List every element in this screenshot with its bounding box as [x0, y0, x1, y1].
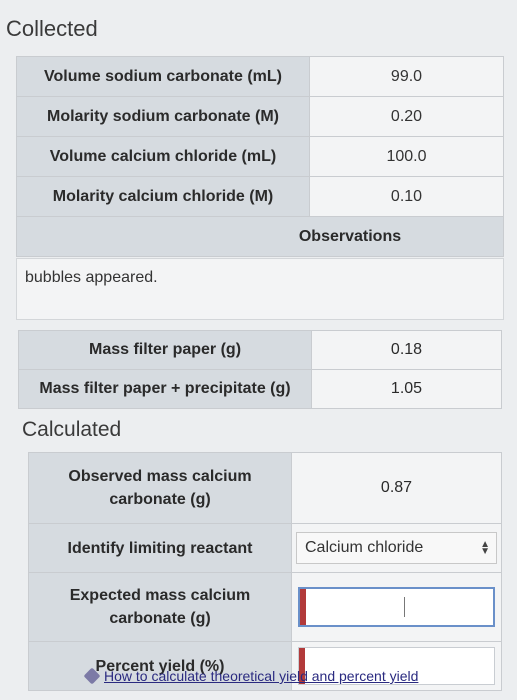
- observations-header: Observations: [16, 216, 504, 257]
- table-row: Molarity sodium carbonate (M) 0.20: [16, 96, 504, 137]
- row-label: Volume sodium carbonate (mL): [16, 56, 310, 97]
- limiting-reactant-select[interactable]: Calcium chloride ▲ ▼: [296, 532, 497, 564]
- table-row: Volume sodium carbonate (mL) 99.0: [16, 56, 504, 97]
- expected-mass-input[interactable]: [298, 587, 495, 627]
- table-row: Molarity calcium chloride (M) 0.10: [16, 176, 504, 217]
- table-row: Observations: [16, 216, 504, 257]
- collected-table: Volume sodium carbonate (mL) 99.0 Molari…: [16, 56, 504, 257]
- row-value: 0.20: [309, 96, 504, 137]
- observations-text: bubbles appeared.: [25, 269, 158, 286]
- row-label: Volume calcium chloride (mL): [16, 136, 310, 177]
- table-row: Mass filter paper (g) 0.18: [18, 330, 502, 370]
- required-marker: [300, 589, 306, 625]
- expected-mass-label: Expected mass calcium carbonate (g): [28, 572, 292, 642]
- collected-title: Collected: [6, 16, 98, 41]
- row-label: Molarity sodium carbonate (M): [16, 96, 310, 137]
- label-line: Expected mass calcium: [69, 587, 251, 604]
- diamond-icon: [83, 667, 101, 685]
- select-value: Calcium chloride: [305, 539, 424, 556]
- table-row: Identify limiting reactant Calcium chlor…: [28, 523, 502, 573]
- calculated-table: Observed mass calcium carbonate (g) 0.87…: [28, 452, 502, 691]
- row-value: 100.0: [309, 136, 504, 177]
- table-row: Expected mass calcium carbonate (g): [28, 572, 502, 642]
- help-link-text[interactable]: How to calculate theoretical yield and p…: [104, 668, 418, 684]
- row-label: Molarity calcium chloride (M): [16, 176, 310, 217]
- row-label: Mass filter paper + precipitate (g): [18, 369, 312, 409]
- text-caret: [404, 597, 405, 617]
- label-line: carbonate (g): [109, 491, 211, 508]
- row-value: 0.18: [311, 330, 502, 370]
- mass-table: Mass filter paper (g) 0.18 Mass filter p…: [18, 330, 502, 409]
- table-row: Volume calcium chloride (mL) 100.0: [16, 136, 504, 177]
- expected-mass-cell: [291, 572, 502, 642]
- observed-mass-label: Observed mass calcium carbonate (g): [28, 452, 292, 524]
- row-value: 1.05: [311, 369, 502, 409]
- up-down-arrows-icon: ▲ ▼: [480, 539, 490, 557]
- calculated-title: Calculated: [22, 418, 122, 441]
- table-row: Observed mass calcium carbonate (g) 0.87: [28, 452, 502, 524]
- table-row: Mass filter paper + precipitate (g) 1.05: [18, 369, 502, 409]
- limiting-reactant-cell: Calcium chloride ▲ ▼: [291, 523, 502, 573]
- row-value: 99.0: [309, 56, 504, 97]
- row-label: Mass filter paper (g): [18, 330, 312, 370]
- row-value: 0.10: [309, 176, 504, 217]
- label-line: carbonate (g): [109, 610, 211, 627]
- limiting-reactant-label: Identify limiting reactant: [28, 523, 292, 573]
- observations-field[interactable]: bubbles appeared.: [16, 258, 504, 320]
- observed-mass-value: 0.87: [291, 452, 502, 524]
- label-line: Observed mass calcium: [68, 468, 252, 485]
- help-link[interactable]: How to calculate theoretical yield and p…: [83, 667, 418, 685]
